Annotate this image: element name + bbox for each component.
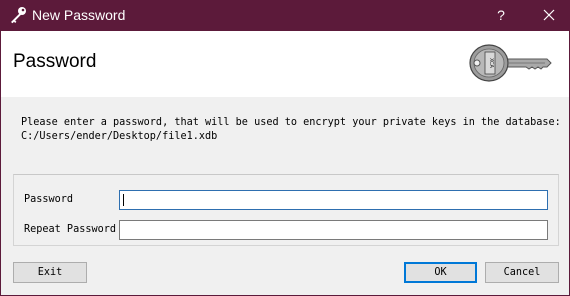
key-icon [11,7,26,24]
svg-text:XCA: XCA [488,58,494,69]
key-logo: XCA [469,44,552,82]
info-text: Please enter a password, that will be us… [21,116,561,144]
title-bar[interactable]: New Password ? [1,0,570,31]
password-label: Password [24,194,74,205]
window-title: New Password [32,7,126,23]
header-panel: Password XCA [1,31,569,97]
repeat-password-input[interactable] [119,220,548,240]
page-title: Password [13,51,97,72]
close-button[interactable] [527,0,570,31]
info-line-1: Please enter a password, that will be us… [21,117,561,128]
database-path: C:/Users/ender/Desktop/file1.xdb [21,131,218,142]
repeat-password-label: Repeat Password [24,224,117,235]
close-icon [543,9,555,21]
text-caret [123,194,124,206]
new-password-dialog: New Password ? Password XCA Please enter… [0,0,570,296]
cancel-button[interactable]: Cancel [485,262,559,283]
ok-button[interactable]: OK [404,262,477,283]
password-input[interactable] [119,190,548,210]
help-button[interactable]: ? [489,4,513,26]
exit-button[interactable]: Exit [13,262,87,283]
